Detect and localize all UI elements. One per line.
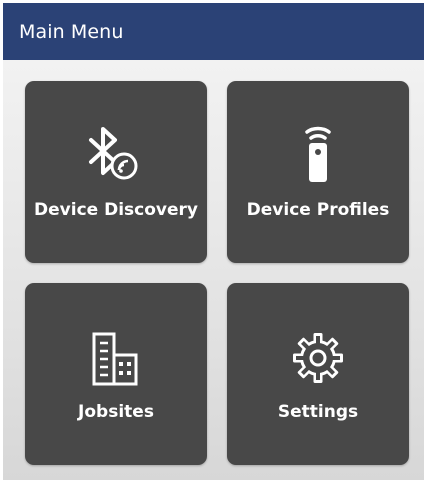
gear-icon [283, 328, 353, 388]
building-icon [81, 328, 151, 388]
device-profiles-button[interactable]: Device Profiles [227, 81, 409, 263]
device-discovery-button[interactable]: Device Discovery [25, 81, 207, 263]
jobsites-button[interactable]: Jobsites [25, 283, 207, 465]
settings-label: Settings [277, 402, 359, 422]
device-discovery-label: Device Discovery [34, 200, 198, 220]
menu-grid: Device Discovery Device Profiles Jobsite… [3, 60, 424, 480]
jobsites-label: Jobsites [78, 402, 154, 422]
page-title: Main Menu [19, 20, 124, 43]
device-profiles-label: Device Profiles [246, 200, 390, 220]
app-bar: Main Menu [3, 3, 424, 60]
settings-button[interactable]: Settings [227, 283, 409, 465]
app-window: Main Menu Device Discovery Device Profil… [0, 0, 427, 483]
remote-control-icon [283, 126, 353, 186]
bluetooth-search-icon [81, 126, 151, 186]
